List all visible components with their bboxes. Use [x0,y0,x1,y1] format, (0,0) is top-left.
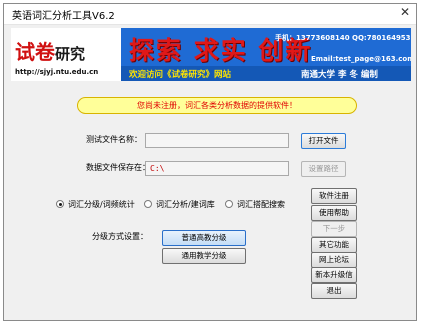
test-file-label: 测试文件名称： [86,135,142,144]
grading-method-label: 分级方式设置： [92,232,148,241]
data-save-label: 数据文件保存在： [86,163,150,172]
site-url: http://sjyj.ntu.edu.cn [15,68,99,76]
contact-phone: 手机：13773608140 QQ:780164953 [275,34,411,42]
data-save-path-input[interactable]: C:\ [145,161,289,176]
editor-credit: 南通大学 李 冬 编制 [301,70,378,80]
exit-button[interactable]: 退出 [311,283,357,299]
other-functions-button[interactable]: 其它功能 [311,237,357,253]
advanced-grading-button[interactable]: 普通高教分级 [162,230,246,246]
registration-notice: 您尚未注册，词汇各类分析数据的提供软件！ [77,97,357,114]
radio-mode-grading[interactable] [56,200,64,208]
online-forum-button[interactable]: 网上论坛 [311,252,357,268]
logo-main: 试卷 [15,40,55,64]
radio-mode-analysis[interactable] [144,200,152,208]
welcome-text: 欢迎访问《试卷研究》网站 [129,70,232,80]
app-window: 英语词汇分析工具V6.2 ✕ 试卷研究 http://sjyj.ntu.edu.… [3,3,417,321]
general-grading-button[interactable]: 通用教学分级 [162,248,246,264]
window-title: 英语词汇分析工具V6.2 [12,11,115,22]
open-file-button[interactable]: 打开文件 [301,133,346,149]
set-path-button[interactable]: 设置路径 [301,161,346,177]
radio-mode-collocation[interactable] [225,200,233,208]
title-bar: 英语词汇分析工具V6.2 ✕ [4,4,416,25]
mode-grading-label: 词汇分级/词频统计 [68,200,135,209]
site-logo: 试卷研究 [15,36,85,65]
upgrade-info-button[interactable]: 新本升级信息 [311,267,357,293]
register-button[interactable]: 软件注册 [311,188,357,204]
header-banner: 试卷研究 http://sjyj.ntu.edu.cn 探索 求实 创新 手机：… [11,28,411,81]
test-file-input[interactable] [145,133,289,148]
mode-collocation-label: 词汇搭配搜索 [237,200,285,209]
contact-email: Email:test_page@163.com [311,55,411,63]
close-icon[interactable]: ✕ [400,5,410,19]
logo-sub: 研究 [55,45,86,63]
mode-analysis-label: 词汇分析/建词库 [156,200,215,209]
help-button[interactable]: 使用帮助 [311,205,357,221]
next-step-button[interactable]: 下一步 [311,221,357,237]
